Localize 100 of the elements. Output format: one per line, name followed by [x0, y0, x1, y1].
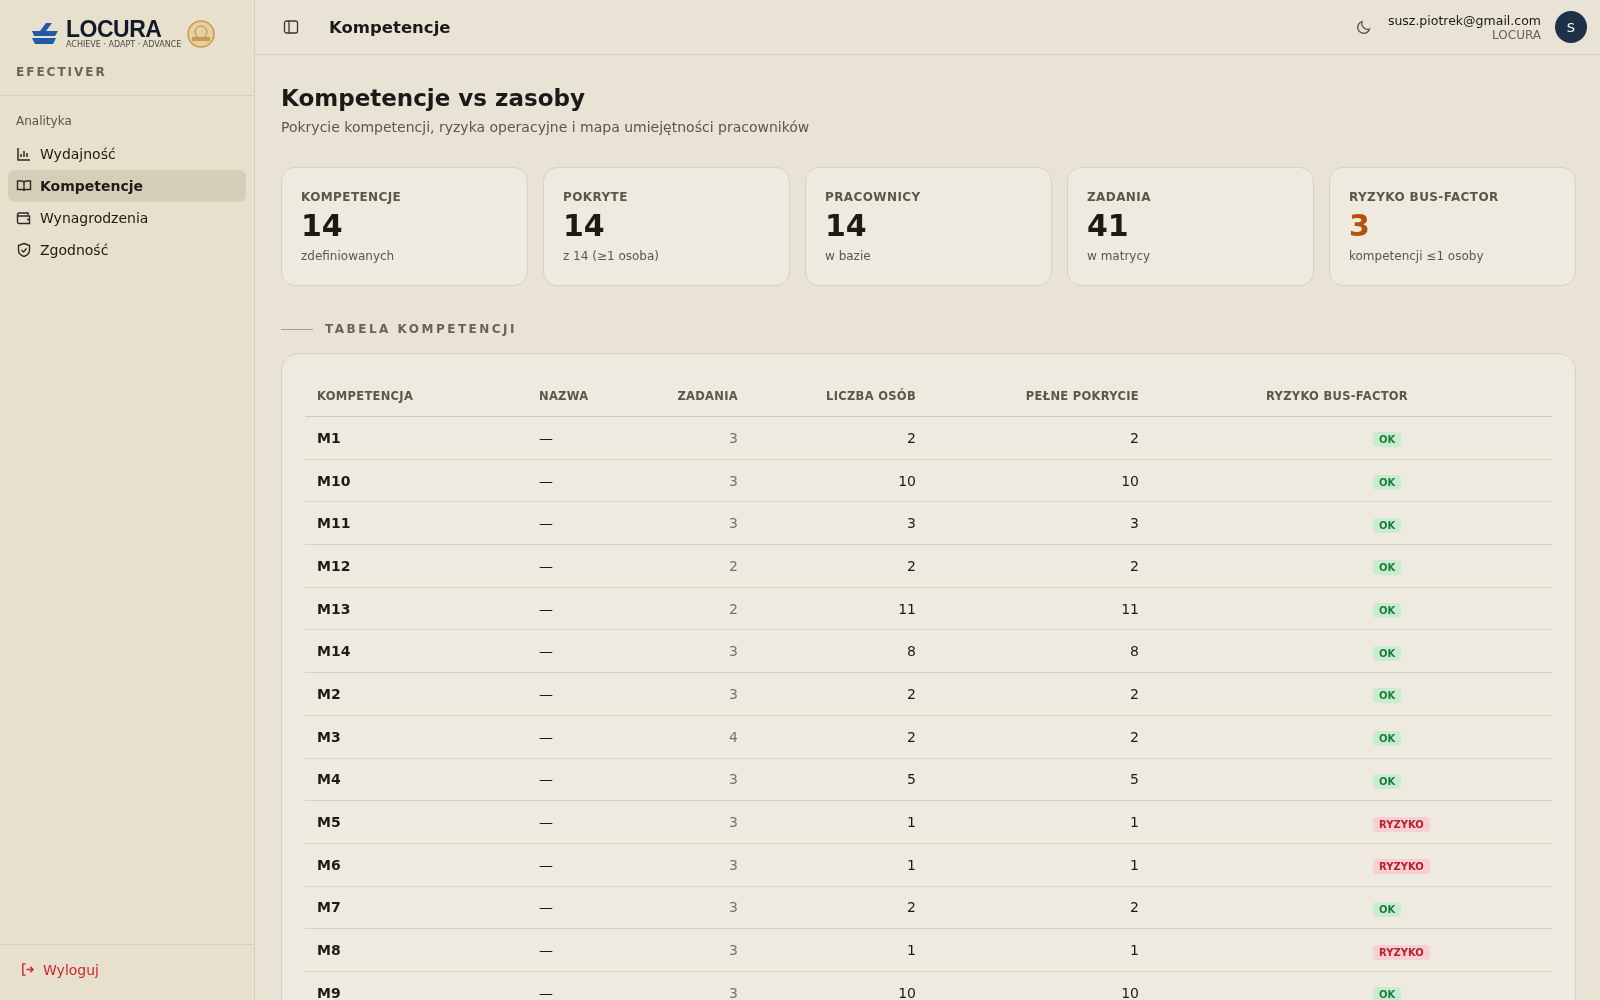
table-cell-text: M5 [316, 814, 342, 831]
table-cell-text: M7 [316, 899, 342, 916]
table-cell-text: 2 [1129, 685, 1140, 702]
column-header: ZADANIA [676, 389, 739, 403]
logo-wordmark: LOCURA [66, 18, 162, 40]
table-cell-text: M2 [316, 685, 342, 702]
column-header: PEŁNE POKRYCIE [1024, 389, 1140, 403]
sidebar-toggle-icon[interactable] [283, 19, 299, 35]
book-icon [16, 178, 32, 194]
table-cell-text: 3 [1129, 515, 1140, 532]
table-cell-text: 1 [1129, 856, 1140, 873]
table-cell-text: M11 [316, 515, 352, 532]
status-badge: OK [1373, 432, 1402, 448]
sidebar-item[interactable]: Kompetencje [8, 170, 246, 202]
table-cell-text: — [538, 472, 554, 489]
page-subtitle: Pokrycie kompetencji, ryzyka operacyjne i mapa umiejętności pracowników [281, 119, 811, 135]
table-cell-text: M13 [316, 600, 352, 617]
table-cell-text: 3 [728, 942, 739, 959]
column-header: RYZYKO BUS-FACTOR [1265, 389, 1409, 403]
status-badge: OK [1373, 560, 1402, 576]
table-cell-text: — [538, 728, 554, 745]
sidebar-item[interactable]: Zgodność [8, 234, 246, 266]
stat-label: KOMPETENCJE [301, 190, 403, 204]
table-cell-text: 2 [906, 728, 917, 745]
table-cell-text: — [538, 557, 554, 574]
logo-tagline: ACHIEVE · ADAPT · ADVANCE [66, 40, 182, 49]
table-cell-text: — [538, 814, 554, 831]
stat-value: 14 [301, 208, 344, 243]
stat-value: 3 [1349, 208, 1371, 243]
table-cell-text: M6 [316, 856, 342, 873]
table-cell-text: 2 [728, 557, 739, 574]
status-badge: OK [1373, 603, 1402, 619]
stat-note: z 14 (≥1 osoba) [563, 249, 660, 263]
table-cell-text: 2 [1129, 728, 1140, 745]
table-cell-text: 10 [1120, 472, 1140, 489]
table-cell-text: 3 [728, 771, 739, 788]
stat-label: PRACOWNICY [825, 190, 922, 204]
table-cell-text: 1 [906, 942, 917, 959]
table-cell-text: 8 [906, 643, 917, 660]
page-title: Kompetencje vs zasoby [281, 85, 586, 111]
status-badge: OK [1373, 731, 1402, 747]
table-cell-text: 10 [1120, 984, 1140, 1000]
seal-icon [187, 19, 216, 48]
stat-value: 14 [563, 208, 606, 243]
sidebar-item[interactable]: Wydajność [8, 138, 246, 170]
table-cell-text: M8 [316, 942, 342, 959]
table-cell-text: 3 [906, 515, 917, 532]
table-cell-text: — [538, 685, 554, 702]
column-header: KOMPETENCJA [316, 389, 415, 403]
section-title: TABELA KOMPETENCJI [325, 322, 518, 336]
stat-value: 14 [825, 208, 868, 243]
table-cell-text: — [538, 643, 554, 660]
table-cell-text: — [538, 771, 554, 788]
status-badge: OK [1373, 901, 1402, 917]
status-badge: RYZYKO [1373, 816, 1430, 832]
table-cell-text: 3 [728, 856, 739, 873]
status-badge: OK [1373, 645, 1402, 661]
stat-note: kompetencji ≤1 osoby [1349, 249, 1485, 263]
table-cell-text: 2 [1129, 557, 1140, 574]
logout-icon [20, 962, 35, 977]
status-badge: OK [1373, 773, 1402, 789]
table-cell-text: 2 [1129, 899, 1140, 916]
avatar[interactable]: S [1555, 11, 1587, 43]
stat-value: 41 [1087, 208, 1130, 243]
table-cell-text: M10 [316, 472, 352, 489]
table-cell-text: — [538, 515, 554, 532]
table-cell-text: M4 [316, 771, 342, 788]
table-cell-text: 10 [897, 984, 917, 1000]
table-cell-text: M3 [316, 728, 342, 745]
page-header-title: Kompetencje [329, 17, 451, 37]
table-cell-text: 3 [728, 685, 739, 702]
table-cell-text: — [538, 942, 554, 959]
stat-label: POKRYTE [563, 190, 629, 204]
table-cell-text: 3 [728, 472, 739, 489]
status-badge: RYZYKO [1373, 859, 1430, 875]
status-badge: OK [1373, 987, 1402, 1000]
table-cell-text: 3 [728, 515, 739, 532]
table-cell-text: 3 [728, 643, 739, 660]
column-header: NAZWA [538, 389, 590, 403]
table-cell-text: 8 [1129, 643, 1140, 660]
table-cell-text: M9 [316, 984, 342, 1000]
moon-icon[interactable] [1355, 19, 1372, 35]
section-label: Analityka [15, 113, 73, 130]
table-cell-text: — [538, 856, 554, 873]
table-cell-text: 2 [906, 429, 917, 446]
table-cell-text: 4 [728, 728, 739, 745]
logo-icon [30, 20, 60, 47]
table-cell-text: — [538, 600, 554, 617]
table-cell-text: 2 [1129, 429, 1140, 446]
bar-chart-icon [16, 146, 32, 162]
table-cell-text: 1 [906, 856, 917, 873]
table-cell-text: 1 [1129, 814, 1140, 831]
table-cell-text: M12 [316, 557, 352, 574]
table-cell-text: 11 [897, 600, 917, 617]
sidebar-item[interactable]: Wynagrodzenia [8, 202, 246, 234]
stat-note: zdefiniowanych [301, 249, 396, 263]
table-cell-text: — [538, 984, 554, 1000]
logout-link[interactable]: Wyloguj [20, 961, 99, 978]
table-cell-text: M1 [316, 429, 342, 446]
table-cell-text: 5 [906, 771, 917, 788]
